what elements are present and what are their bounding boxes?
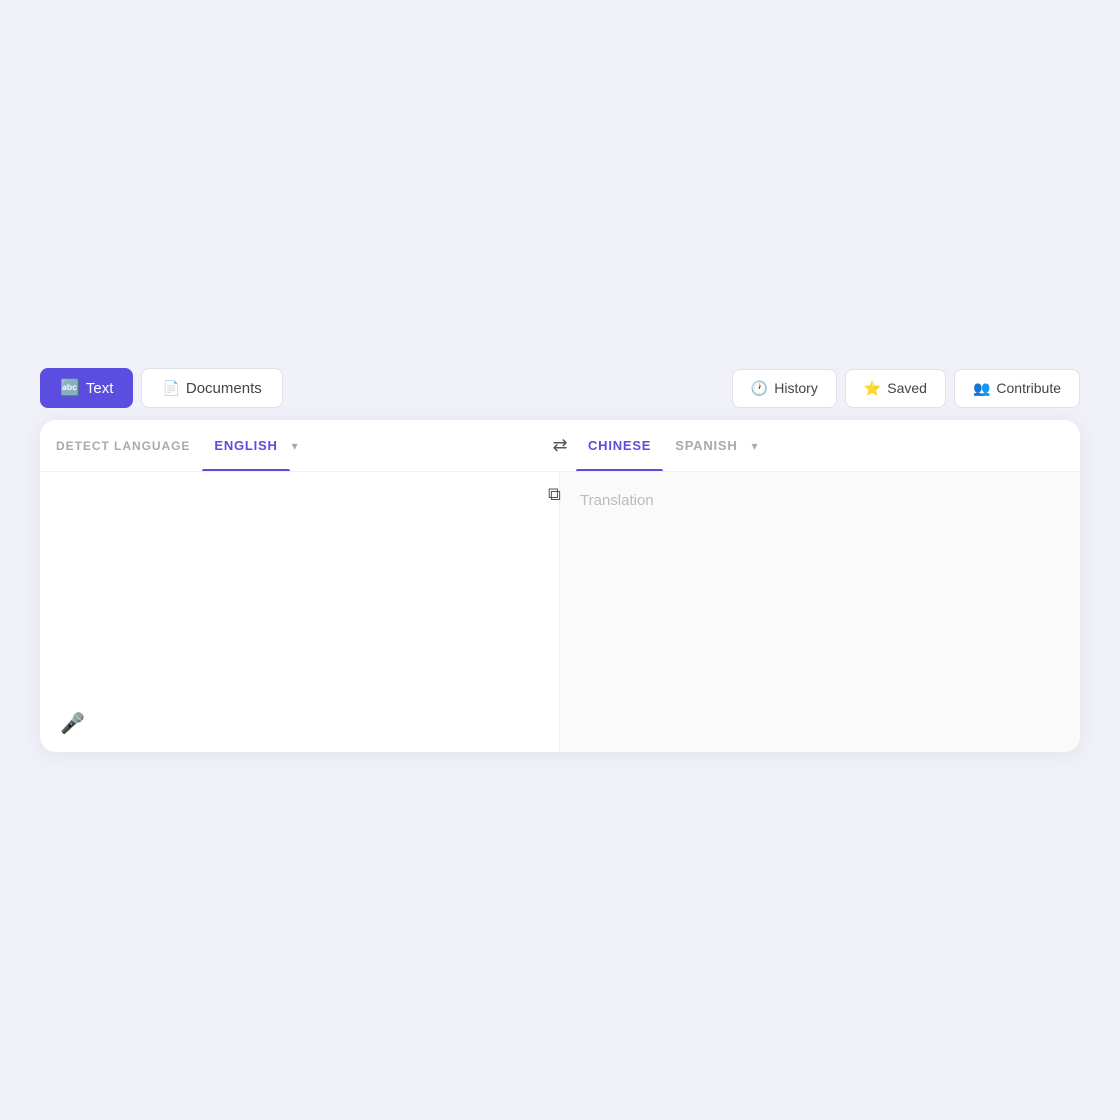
swap-icon: ⇄	[552, 435, 567, 456]
tab-documents-label: Documents	[186, 380, 262, 397]
source-panel: 🎤	[40, 472, 560, 752]
toolbar-left: 🔤 Text 📄 Documents	[40, 368, 283, 408]
microphone-button[interactable]: 🎤	[60, 711, 85, 736]
swap-languages-button[interactable]: ⇄	[548, 431, 571, 460]
copy-button[interactable]: ⧉	[548, 484, 561, 505]
translation-panels: 🎤 ⧉ Translation	[40, 472, 1080, 752]
spanish-language-tab[interactable]: SPANISH	[663, 420, 749, 471]
star-icon: ⭐	[864, 380, 881, 397]
translate-icon: 🔤	[60, 378, 80, 398]
chinese-language-tab[interactable]: CHINESE	[576, 420, 663, 471]
saved-label: Saved	[887, 380, 927, 396]
tab-text-button[interactable]: 🔤 Text	[40, 368, 133, 408]
microphone-icon: 🎤	[60, 713, 85, 735]
translation-output: Translation	[580, 492, 1060, 509]
contribute-button[interactable]: 👥 Contribute	[954, 369, 1080, 408]
target-lang-dropdown-arrow[interactable]: ▾	[752, 439, 758, 453]
document-icon: 📄	[162, 380, 179, 397]
english-language-tab[interactable]: ENGLISH	[202, 420, 289, 471]
history-button[interactable]: 🕐 History	[732, 369, 837, 408]
tab-text-label: Text	[86, 380, 114, 397]
contribute-label: Contribute	[996, 380, 1061, 396]
toolbar: 🔤 Text 📄 Documents 🕐 History ⭐ Saved 👥 C…	[40, 368, 1080, 408]
source-lang-bar: DETECT LANGUAGE ENGLISH ▾	[40, 420, 560, 471]
detect-language-option[interactable]: DETECT LANGUAGE	[56, 421, 202, 471]
people-icon: 👥	[973, 380, 990, 397]
tab-documents-button[interactable]: 📄 Documents	[141, 368, 282, 408]
saved-button[interactable]: ⭐ Saved	[845, 369, 946, 408]
translation-card: DETECT LANGUAGE ENGLISH ▾ ⇄ CHINESE SPAN…	[40, 420, 1080, 752]
source-lang-dropdown-arrow[interactable]: ▾	[292, 439, 298, 453]
target-panel: ⧉ Translation	[560, 472, 1080, 752]
history-label: History	[774, 380, 818, 396]
language-bar: DETECT LANGUAGE ENGLISH ▾ ⇄ CHINESE SPAN…	[40, 420, 1080, 472]
toolbar-right: 🕐 History ⭐ Saved 👥 Contribute	[732, 369, 1080, 408]
copy-icon: ⧉	[548, 484, 561, 504]
history-icon: 🕐	[751, 380, 768, 397]
source-input[interactable]	[60, 488, 539, 718]
target-lang-bar: CHINESE SPANISH ▾	[560, 420, 1080, 471]
